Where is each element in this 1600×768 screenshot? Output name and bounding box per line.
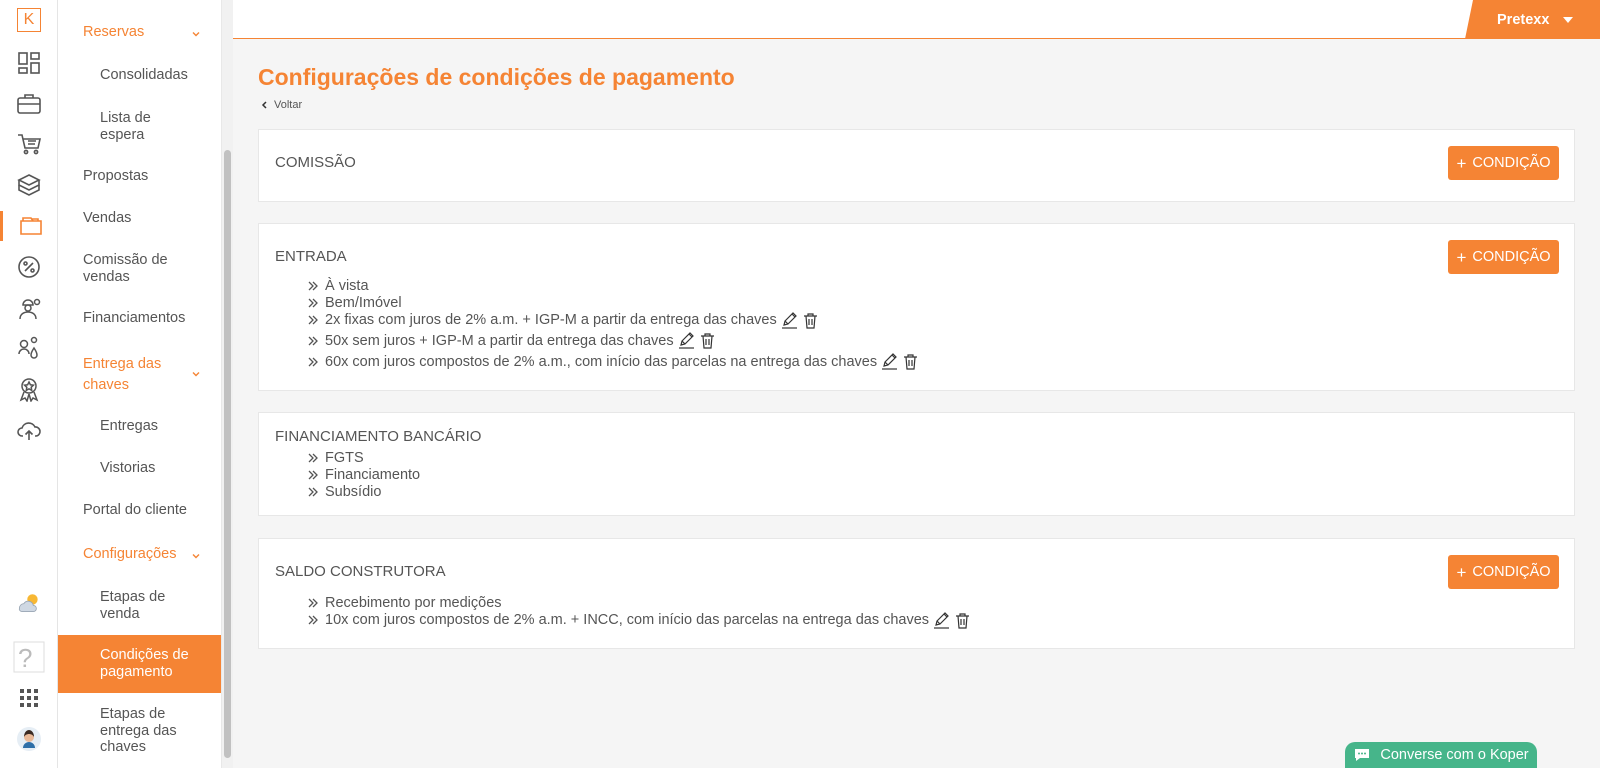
scrollbar-thumb[interactable] [224, 150, 231, 758]
award-icon[interactable] [0, 374, 58, 404]
double-chevron-right-icon [308, 315, 318, 325]
list-item: 10x com juros compostos de 2% a.m. + INC… [307, 611, 971, 629]
double-chevron-right-icon [308, 336, 318, 346]
section-financiamento-bancario: FINANCIAMENTO BANCÁRIO FGTS Financiament… [258, 412, 1575, 516]
menu-item-etapas-de-venda[interactable]: Etapas de venda [58, 589, 178, 622]
trash-icon[interactable] [699, 332, 716, 349]
percent-icon[interactable] [0, 252, 58, 282]
condition-list: À vista Bem/Imóvel 2x fixas com juros de… [307, 278, 919, 370]
list-item: 60x com juros compostos de 2% a.m., com … [307, 353, 919, 370]
section-title: FINANCIAMENTO BANCÁRIO [275, 428, 482, 445]
caret-down-icon [1563, 16, 1574, 23]
edit-icon[interactable] [881, 353, 898, 370]
menu-item-comissao-de-vendas[interactable]: Comissão de vendas [58, 252, 178, 285]
menu-item-entrega-das-chaves[interactable]: Entrega das chaves [58, 354, 221, 395]
menu-item-portal-do-cliente[interactable]: Portal do cliente [58, 502, 221, 519]
page-title: Configurações de condições de pagamento [258, 64, 735, 90]
top-bar [233, 0, 1600, 39]
condition-list: FGTS Financiamento Subsídio [307, 450, 420, 500]
double-chevron-right-icon [308, 598, 318, 608]
section-title: ENTRADA [275, 248, 347, 265]
list-item: 2x fixas com juros de 2% a.m. + IGP-M a … [307, 311, 919, 329]
list-item: Financiamento [307, 467, 420, 484]
chevron-down-icon [192, 554, 200, 559]
add-condition-button[interactable]: + CONDIÇÃO [1448, 146, 1559, 180]
plus-icon: + [1456, 247, 1467, 267]
chat-widget-button[interactable]: Converse com o Koper [1345, 742, 1537, 768]
help-icon[interactable]: ? [0, 640, 58, 674]
double-chevron-right-icon [308, 281, 318, 291]
engineer-icon[interactable] [0, 293, 58, 323]
dashboard-icon[interactable] [0, 48, 58, 78]
double-chevron-right-icon [308, 298, 318, 308]
chevron-left-icon [261, 101, 267, 109]
menu-item-condicoes-de-pagamento[interactable]: Condições de pagamento [58, 635, 221, 693]
edit-icon[interactable] [678, 332, 695, 349]
sidebar-menu: Reservas Consolidadas Lista de espera Pr… [58, 0, 221, 768]
menu-item-vistorias[interactable]: Vistorias [58, 460, 221, 477]
double-chevron-right-icon [308, 615, 318, 625]
weather-icon[interactable] [0, 587, 58, 617]
briefcase-icon[interactable] [0, 89, 58, 119]
sidebar-scrollbar[interactable] [221, 0, 233, 768]
cart-icon[interactable] [0, 129, 58, 159]
menu-item-reservas[interactable]: Reservas [58, 24, 221, 41]
chevron-down-icon [192, 372, 200, 377]
logo[interactable]: K [17, 8, 41, 32]
edit-icon[interactable] [933, 611, 950, 629]
section-title: SALDO CONSTRUTORA [275, 563, 446, 580]
trash-icon[interactable] [802, 312, 819, 329]
trash-icon[interactable] [902, 353, 919, 370]
chevron-down-icon [192, 32, 200, 37]
menu-item-consolidadas[interactable]: Consolidadas [58, 67, 221, 84]
boxes-icon[interactable] [0, 170, 58, 200]
double-chevron-right-icon [308, 470, 318, 480]
menu-item-vendas[interactable]: Vendas [58, 210, 221, 227]
list-item: FGTS [307, 450, 420, 467]
condition-list: Recebimento por medições 10x com juros c… [307, 595, 971, 629]
section-entrada: ENTRADA + CONDIÇÃO À vista Bem/Imóvel 2x… [258, 223, 1575, 391]
edit-icon[interactable] [781, 311, 798, 329]
apps-icon[interactable] [0, 683, 58, 713]
back-link[interactable]: Voltar [261, 99, 302, 111]
avatar[interactable] [0, 724, 58, 754]
menu-item-lista-de-espera[interactable]: Lista de espera [58, 110, 178, 143]
double-chevron-right-icon [308, 453, 318, 463]
menu-item-etapas-de-entrega-das-chaves[interactable]: Etapas de entrega das chaves [58, 706, 178, 756]
plus-icon: + [1456, 562, 1467, 582]
section-comissao: COMISSÃO + CONDIÇÃO [258, 129, 1575, 202]
cloud-upload-icon[interactable] [0, 415, 58, 445]
section-saldo-construtora: SALDO CONSTRUTORA + CONDIÇÃO Recebimento… [258, 538, 1575, 649]
add-condition-button[interactable]: + CONDIÇÃO [1448, 555, 1559, 589]
section-title: COMISSÃO [275, 154, 356, 171]
icon-rail: K ? [0, 0, 58, 768]
menu-item-entregas[interactable]: Entregas [58, 418, 221, 435]
user-name: Pretexx [1497, 11, 1550, 28]
list-item: Recebimento por medições [307, 595, 971, 612]
folder-icon[interactable] [0, 211, 58, 241]
double-chevron-right-icon [308, 357, 318, 367]
menu-item-configuracoes[interactable]: Configurações [58, 546, 221, 563]
plus-icon: + [1456, 153, 1467, 173]
double-chevron-right-icon [308, 487, 318, 497]
user-menu-button[interactable]: Pretexx [1465, 0, 1600, 39]
list-item: À vista [307, 278, 919, 295]
add-condition-button[interactable]: + CONDIÇÃO [1448, 240, 1559, 274]
list-item: Subsídio [307, 484, 420, 501]
menu-item-financiamentos[interactable]: Financiamentos [58, 310, 221, 327]
list-item: Bem/Imóvel [307, 295, 919, 312]
svg-text:?: ? [18, 643, 32, 673]
trash-icon[interactable] [954, 612, 971, 629]
people-icon[interactable] [0, 333, 58, 363]
chat-bubble-icon [1355, 749, 1370, 761]
list-item: 50x sem juros + IGP-M a partir da entreg… [307, 332, 919, 349]
menu-item-propostas[interactable]: Propostas [58, 168, 221, 185]
